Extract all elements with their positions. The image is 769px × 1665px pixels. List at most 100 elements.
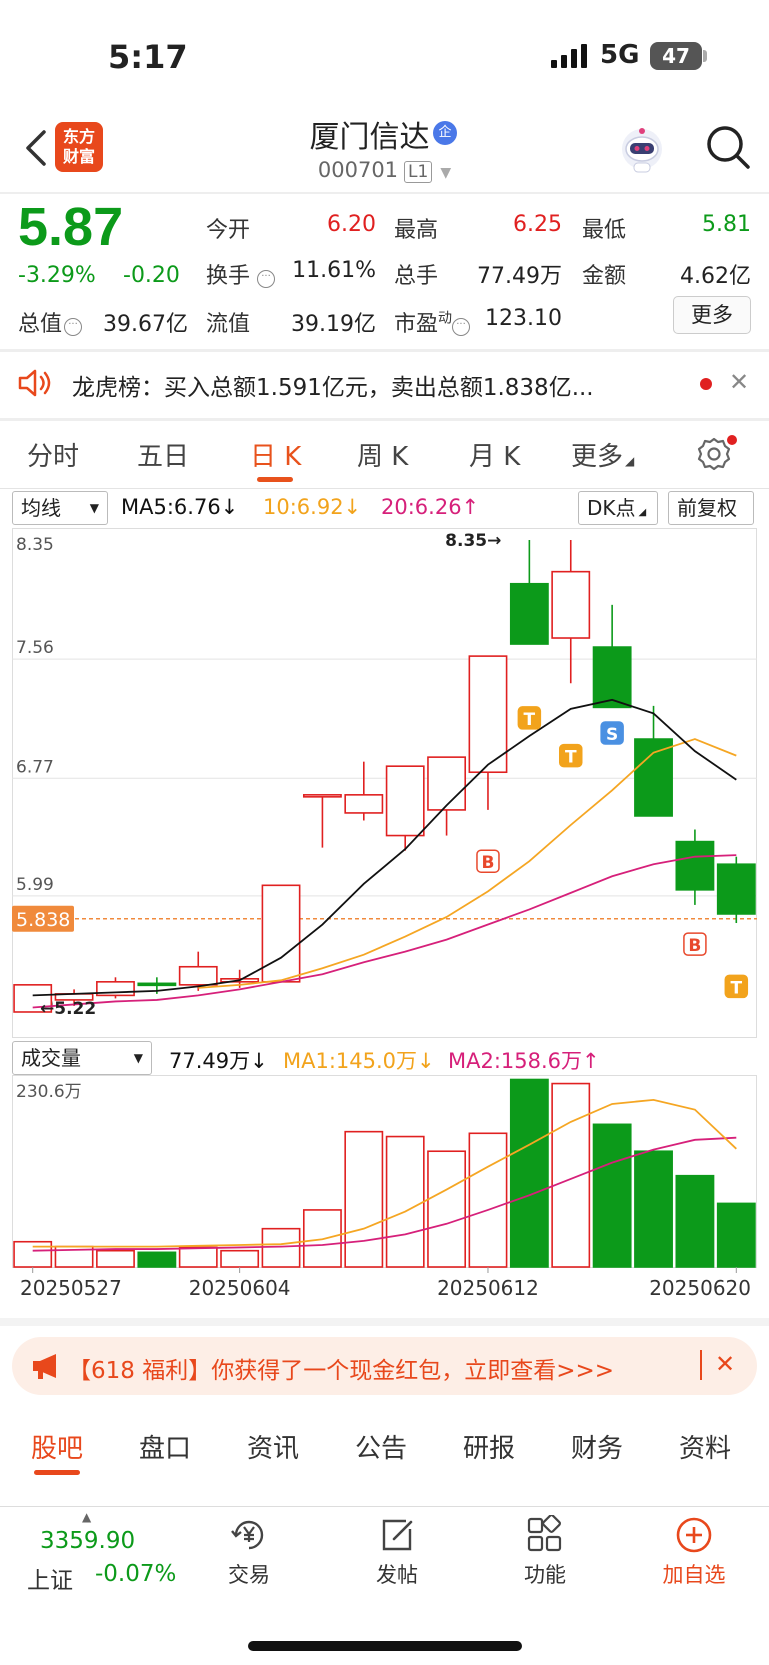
candle-body	[137, 982, 177, 987]
dk-label: DK点	[587, 496, 636, 520]
nav-trade[interactable]: 交易	[194, 1515, 304, 1589]
volume-bar	[551, 1082, 591, 1268]
search-icon[interactable]	[705, 124, 751, 170]
ai-assistant-icon[interactable]	[616, 125, 668, 177]
plus-circle-icon	[676, 1517, 712, 1553]
volume-bar	[13, 1240, 53, 1268]
unread-dot	[700, 378, 712, 390]
volume-bar	[427, 1150, 467, 1268]
tab-more-caret-icon: ◢	[625, 454, 635, 468]
volume-bar	[509, 1078, 549, 1268]
tab-announcements[interactable]: 公告	[355, 1428, 407, 1465]
y-tick-label: 5.99	[16, 875, 54, 895]
signal-label: B	[688, 936, 701, 956]
index-change: -0.07%	[95, 1561, 177, 1587]
tab-finance[interactable]: 财务	[571, 1428, 623, 1465]
index-toggle-icon[interactable]: ▲	[82, 1510, 91, 1524]
nav-functions[interactable]: 功能	[490, 1515, 600, 1589]
tab-monthly-k[interactable]: 月 K	[469, 436, 520, 473]
open-label: 今开	[206, 218, 251, 243]
edit-icon	[382, 1519, 413, 1551]
candle-body	[427, 756, 467, 811]
select-caret-icon: ▼	[133, 1051, 143, 1065]
candle-body	[344, 794, 384, 814]
tab-pankou[interactable]: 盘口	[139, 1428, 191, 1465]
volume-bar	[137, 1251, 177, 1268]
close-icon[interactable]: ✕	[729, 368, 749, 396]
dk-point-button[interactable]: DK点 ◢	[578, 491, 658, 525]
more-button[interactable]: 更多	[673, 296, 751, 334]
tab-news[interactable]: 资讯	[247, 1428, 299, 1465]
volume-select-label: 成交量	[21, 1046, 81, 1070]
pe-label-text: 市盈	[394, 312, 439, 337]
nav-post-label: 发帖	[376, 1563, 418, 1587]
nav-post[interactable]: 发帖	[342, 1515, 452, 1589]
ma-select[interactable]: 均线 ▼	[12, 491, 108, 525]
divider	[0, 349, 769, 352]
tab-daily-k[interactable]: 日 K	[250, 436, 301, 473]
signal-label: T	[524, 710, 536, 730]
pe-value: 123.10	[485, 306, 562, 331]
home-indicator	[248, 1641, 522, 1651]
tab-guba[interactable]: 股吧	[31, 1428, 83, 1465]
low-value: 5.81	[702, 212, 751, 237]
y-tick-label: 8.35	[16, 535, 54, 555]
notification-dot	[727, 435, 737, 445]
candle-body	[302, 794, 342, 798]
signal-icon	[551, 44, 587, 68]
divider	[0, 418, 769, 421]
banner-divider	[700, 1350, 702, 1380]
nav-trade-label: 交易	[228, 1563, 270, 1587]
battery-tip	[703, 50, 707, 62]
tab-underline	[257, 477, 293, 482]
x-tick-label: 20250527	[20, 1276, 122, 1300]
tab-weekly-k[interactable]: 周 K	[357, 436, 408, 473]
volume-bar	[716, 1202, 756, 1268]
volume-value: 77.49万	[477, 264, 562, 289]
change-amount: -0.20	[123, 263, 180, 288]
ma10-value: 10:6.92↓	[263, 495, 362, 519]
volume-indicator-value: 77.49万↓	[169, 1049, 268, 1073]
volume-bar	[592, 1123, 632, 1268]
volume-ma2: MA2:158.6万↑	[448, 1049, 600, 1073]
volume-chart[interactable]: 230.6万 20250527 20250604 20250612 20250620	[12, 1075, 757, 1307]
banner-text[interactable]: 【618 福利】你获得了一个现金红包，立即查看>>>	[68, 1351, 614, 1385]
info-dots-icon[interactable]: ···	[452, 318, 471, 336]
stock-name-text: 厦门信达	[309, 120, 430, 155]
volume-bar	[675, 1174, 715, 1268]
info-dots-icon[interactable]: ···	[64, 318, 83, 336]
y-tick-label: 6.77	[16, 757, 54, 777]
notice-text[interactable]: 龙虎榜：买入总额1.591亿元，卖出总额1.838亿...	[72, 368, 642, 402]
low-label: 最低	[582, 218, 627, 243]
battery-icon: 47	[650, 42, 702, 70]
dk-caret-icon: ◢	[638, 507, 647, 518]
nav-add-watchlist[interactable]: 加自选	[639, 1515, 749, 1589]
candle-body	[261, 884, 301, 983]
volume-bar	[220, 1249, 260, 1268]
x-tick-label: 20250604	[189, 1276, 291, 1300]
change-percent: -3.29%	[18, 263, 96, 288]
tab-more[interactable]: 更多 ◢	[571, 436, 634, 473]
candle-body	[675, 840, 715, 891]
info-dots-icon[interactable]: ···	[257, 270, 276, 288]
kline-chart[interactable]: 8.357.566.775.995.205.8388.35→←5.22BTTSB…	[12, 528, 757, 1038]
x-tick-label: 20250612	[437, 1276, 539, 1300]
tab-profile[interactable]: 资料	[679, 1428, 731, 1465]
candle-body	[716, 863, 756, 915]
speaker-icon	[18, 369, 51, 397]
tab-research[interactable]: 研报	[463, 1428, 515, 1465]
tab-intraday[interactable]: 分时	[27, 436, 79, 473]
index-value[interactable]: 3359.90	[40, 1528, 135, 1554]
x-tick-label: 20250620	[649, 1276, 751, 1300]
mktcap-label: 总值 ···	[18, 306, 83, 338]
select-caret-icon: ▼	[89, 501, 99, 515]
mktcap-value: 39.67亿	[103, 312, 188, 337]
volume-select[interactable]: 成交量 ▼	[12, 1041, 152, 1075]
high-value: 6.25	[513, 212, 562, 237]
adjust-button[interactable]: 前复权	[668, 491, 754, 525]
close-icon[interactable]: ✕	[715, 1350, 735, 1378]
y-tick-label: 7.56	[16, 638, 54, 658]
tab-five-day[interactable]: 五日	[137, 436, 189, 473]
network-label: 5G	[600, 40, 640, 70]
turnover-label: 换手 ···	[206, 258, 276, 290]
